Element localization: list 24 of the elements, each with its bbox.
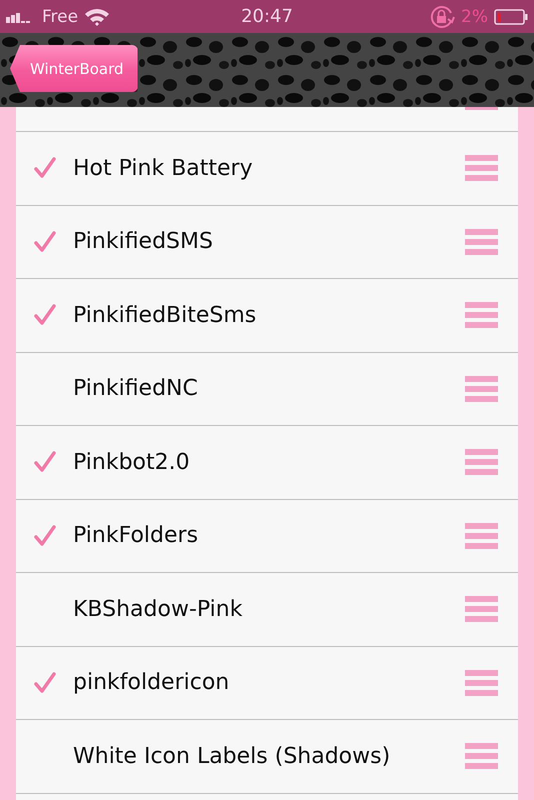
wifi-icon xyxy=(84,6,110,26)
rotation-lock-icon xyxy=(429,4,456,28)
theme-name: PinkFolders xyxy=(73,523,200,548)
theme-row[interactable]: Hot Pink Battery xyxy=(16,132,518,206)
battery-icon xyxy=(494,8,528,24)
theme-name: White Icon Labels (Shadows) xyxy=(73,744,392,769)
theme-name: PinkifiedNC xyxy=(73,376,199,402)
theme-name: KBShadow-Pink xyxy=(73,596,244,622)
theme-name: PinkifiedSMS xyxy=(73,229,214,254)
theme-row[interactable]: PinkifiedBiteSms xyxy=(16,279,518,352)
theme-row[interactable]: White Icon Labels (Shadows) xyxy=(16,720,518,794)
theme-row[interactable]: PinkifiedSMS xyxy=(16,206,518,279)
theme-row[interactable]: PinkifiedNC xyxy=(16,352,518,426)
theme-name: PinkifiedBiteSms xyxy=(73,302,258,328)
theme-row[interactable]: KBShadow-Pink xyxy=(16,573,518,646)
theme-row[interactable]: Pinkbot2.0 xyxy=(16,426,518,500)
theme-row[interactable]: PinkFolders xyxy=(16,500,518,573)
theme-name: Pinkbot2.0 xyxy=(73,450,191,475)
theme-row[interactable]: pinkfoldericon xyxy=(16,646,518,720)
battery-percent: 2% xyxy=(461,6,488,26)
theme-name: pinkfoldericon xyxy=(73,670,230,696)
status-time: 20:47 xyxy=(241,6,293,27)
carrier-name: Free xyxy=(42,6,78,26)
theme-name: Hot Pink Battery xyxy=(73,156,254,181)
